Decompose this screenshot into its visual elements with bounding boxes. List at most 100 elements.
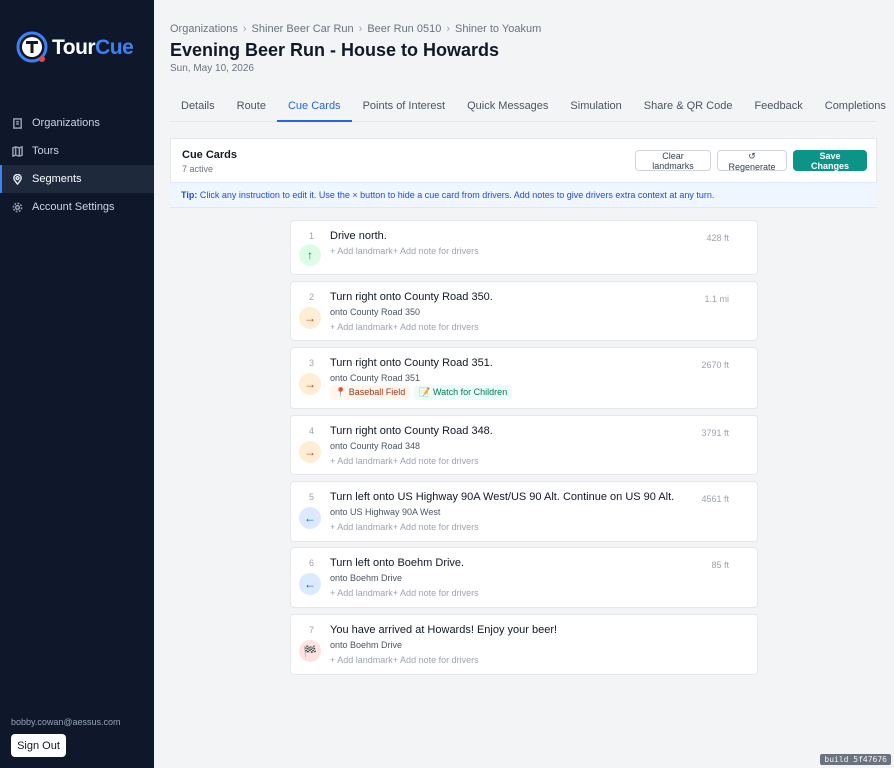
cue-card[interactable]: 2 → Turn right onto County Road 350. onto C… (290, 281, 758, 341)
cue-card-onto: onto Boehm Drive (330, 573, 403, 583)
arrow-right-icon: → (299, 307, 321, 329)
cue-card-number: 4 (309, 426, 315, 436)
add-landmark-link[interactable]: + Add landmark (330, 322, 393, 332)
sign-out-button[interactable]: Sign Out (11, 734, 66, 757)
cue-card-instruction[interactable]: Turn right onto County Road 351. (330, 357, 493, 369)
cue-card[interactable]: 3 → Turn right onto County Road 351. onto C… (290, 347, 758, 409)
arrow-left-icon: ← (299, 573, 321, 595)
breadcrumb-item[interactable]: Beer Run 0510 (367, 23, 441, 35)
cue-card-distance: 4561 ft (701, 494, 729, 504)
sidebar-item-segments[interactable]: Segments (0, 165, 154, 193)
tab-completions[interactable]: Completions (814, 93, 894, 122)
sidebar-item-tours[interactable]: Tours (0, 137, 154, 165)
cue-card-actions: + Add landmark+ Add note for drivers (330, 522, 479, 532)
tab-points-of-interest[interactable]: Points of Interest (352, 93, 457, 122)
cue-card-instruction[interactable]: Turn right onto County Road 350. (330, 291, 493, 303)
add-note-link[interactable]: + Add note for drivers (393, 522, 479, 532)
cue-card-distance: 85 ft (711, 560, 729, 570)
page-title: Evening Beer Run - House to Howards (170, 40, 500, 60)
arrow-right-icon: → (299, 441, 321, 463)
cue-card-actions: + Add landmark+ Add note for drivers (330, 456, 479, 466)
add-landmark-link[interactable]: + Add landmark (330, 588, 393, 598)
add-note-link[interactable]: + Add note for drivers (393, 456, 479, 466)
add-landmark-link[interactable]: + Add landmark (330, 522, 393, 532)
cue-card[interactable]: 7 🏁 You have arrived at Howards! Enjoy you… (290, 614, 758, 675)
cue-card-distance: 1.1 mi (704, 294, 729, 304)
cue-card-instruction[interactable]: Turn left onto US Highway 90A West/US 90… (330, 491, 674, 503)
cue-card-instruction[interactable]: Drive north. (330, 230, 387, 242)
cue-card-actions: + Add landmark+ Add note for drivers (330, 588, 479, 598)
cue-card-distance: 2670 ft (701, 360, 729, 370)
cue-card-onto: onto County Road 348 (330, 441, 421, 451)
note-chip[interactable]: 📝 Watch for Children (414, 385, 513, 400)
page-date: Sun, May 10, 2026 (170, 63, 254, 74)
add-note-link[interactable]: + Add note for drivers (393, 322, 479, 332)
cue-card[interactable]: 4 → Turn right onto County Road 348. onto C… (290, 415, 758, 475)
building-icon (13, 117, 22, 129)
cue-card[interactable]: 1 ↑ Drive north. + Add landmark+ Add note f… (290, 220, 758, 275)
breadcrumb-separator: › (358, 23, 363, 35)
tab-share-qr-code[interactable]: Share & QR Code (633, 93, 744, 122)
cue-card-onto: onto Boehm Drive (330, 640, 403, 650)
sidebar: TourCue Organizations Tours Segments Acc… (0, 0, 154, 768)
arrow-right-icon: → (299, 373, 321, 395)
logo-text-cue: Cue (95, 36, 134, 59)
landmark-chip[interactable]: 📍 Baseball Field (330, 385, 411, 400)
sidebar-item-label: Account Settings (32, 201, 115, 213)
tab-quick-messages[interactable]: Quick Messages (456, 93, 559, 122)
tip-text: Click any instruction to edit it. Use th… (199, 190, 715, 200)
cue-card-instruction[interactable]: Turn left onto Boehm Drive. (330, 557, 464, 569)
add-note-link[interactable]: + Add note for drivers (393, 588, 479, 598)
cue-card-number: 6 (309, 558, 315, 568)
cue-card-instruction[interactable]: You have arrived at Howards! Enjoy your … (330, 624, 557, 636)
add-landmark-link[interactable]: + Add landmark (330, 655, 393, 665)
breadcrumb-separator: › (446, 23, 450, 35)
pin-emoji-icon: 📍 (335, 387, 347, 397)
clear-landmarks-button[interactable]: Clear landmarks (635, 150, 711, 171)
tab-feedback[interactable]: Feedback (743, 93, 813, 122)
add-note-link[interactable]: + Add note for drivers (393, 655, 479, 665)
cue-card-actions: + Add landmark+ Add note for drivers (330, 322, 479, 332)
logo-text-tour: Tour (52, 36, 96, 59)
cue-cards-panel-header: Cue Cards 7 active Clear landmarks ↺ Reg… (170, 138, 877, 182)
cue-card-onto: onto County Road 351 (330, 373, 421, 383)
tab-route[interactable]: Route (226, 93, 277, 122)
add-landmark-link[interactable]: + Add landmark (330, 456, 393, 466)
sidebar-item-label: Organizations (32, 117, 100, 129)
sidebar-item-label: Segments (32, 173, 82, 185)
save-changes-button[interactable]: Save Changes (793, 150, 867, 171)
cue-card-instruction[interactable]: Turn right onto County Road 348. (330, 425, 493, 437)
breadcrumb-item[interactable]: Shiner Beer Car Run (252, 23, 354, 35)
cue-card[interactable]: 5 ← Turn left onto US Highway 90A West/US … (290, 481, 758, 542)
cue-card-actions: + Add landmark+ Add note for drivers (330, 246, 479, 256)
tab-details[interactable]: Details (170, 93, 226, 122)
sidebar-item-organizations[interactable]: Organizations (0, 109, 154, 137)
breadcrumb: Organizations › Shiner Beer Car Run › Be… (170, 23, 541, 35)
cue-card[interactable]: 6 ← Turn left onto Boehm Drive. onto Boehm … (290, 547, 758, 608)
tip-banner: Tip: Click any instruction to edit it. U… (170, 182, 877, 208)
sidebar-item-account-settings[interactable]: Account Settings (0, 193, 154, 221)
breadcrumb-separator: › (242, 23, 247, 35)
cue-card-number: 7 (309, 625, 315, 635)
add-landmark-link[interactable]: + Add landmark (330, 246, 393, 256)
arrow-left-icon: ← (299, 507, 321, 529)
logo[interactable]: TourCue (16, 31, 134, 65)
regenerate-button[interactable]: ↺ Regenerate (717, 150, 787, 172)
arrow-up-icon: ↑ (299, 244, 321, 266)
tab-simulation[interactable]: Simulation (559, 93, 632, 122)
cue-card-number: 5 (309, 492, 315, 502)
sidebar-nav: Organizations Tours Segments Account Set… (0, 109, 154, 221)
sidebar-item-label: Tours (32, 145, 59, 157)
tab-cue-cards[interactable]: Cue Cards (276, 93, 352, 122)
cue-card-onto: onto US Highway 90A West (330, 507, 441, 517)
build-badge: build 5f47676 (820, 754, 891, 765)
breadcrumb-item[interactable]: Organizations (170, 23, 238, 35)
gear-icon (12, 202, 23, 212)
cue-card-onto: onto County Road 350 (330, 307, 421, 317)
panel-title: Cue Cards (182, 149, 238, 161)
active-count: 7 active (182, 164, 214, 174)
note-label: Watch for Children (433, 387, 508, 397)
cue-card-number: 2 (309, 292, 315, 302)
add-note-link[interactable]: + Add note for drivers (393, 246, 479, 256)
breadcrumb-item[interactable]: Shiner to Yoakum (455, 23, 541, 35)
